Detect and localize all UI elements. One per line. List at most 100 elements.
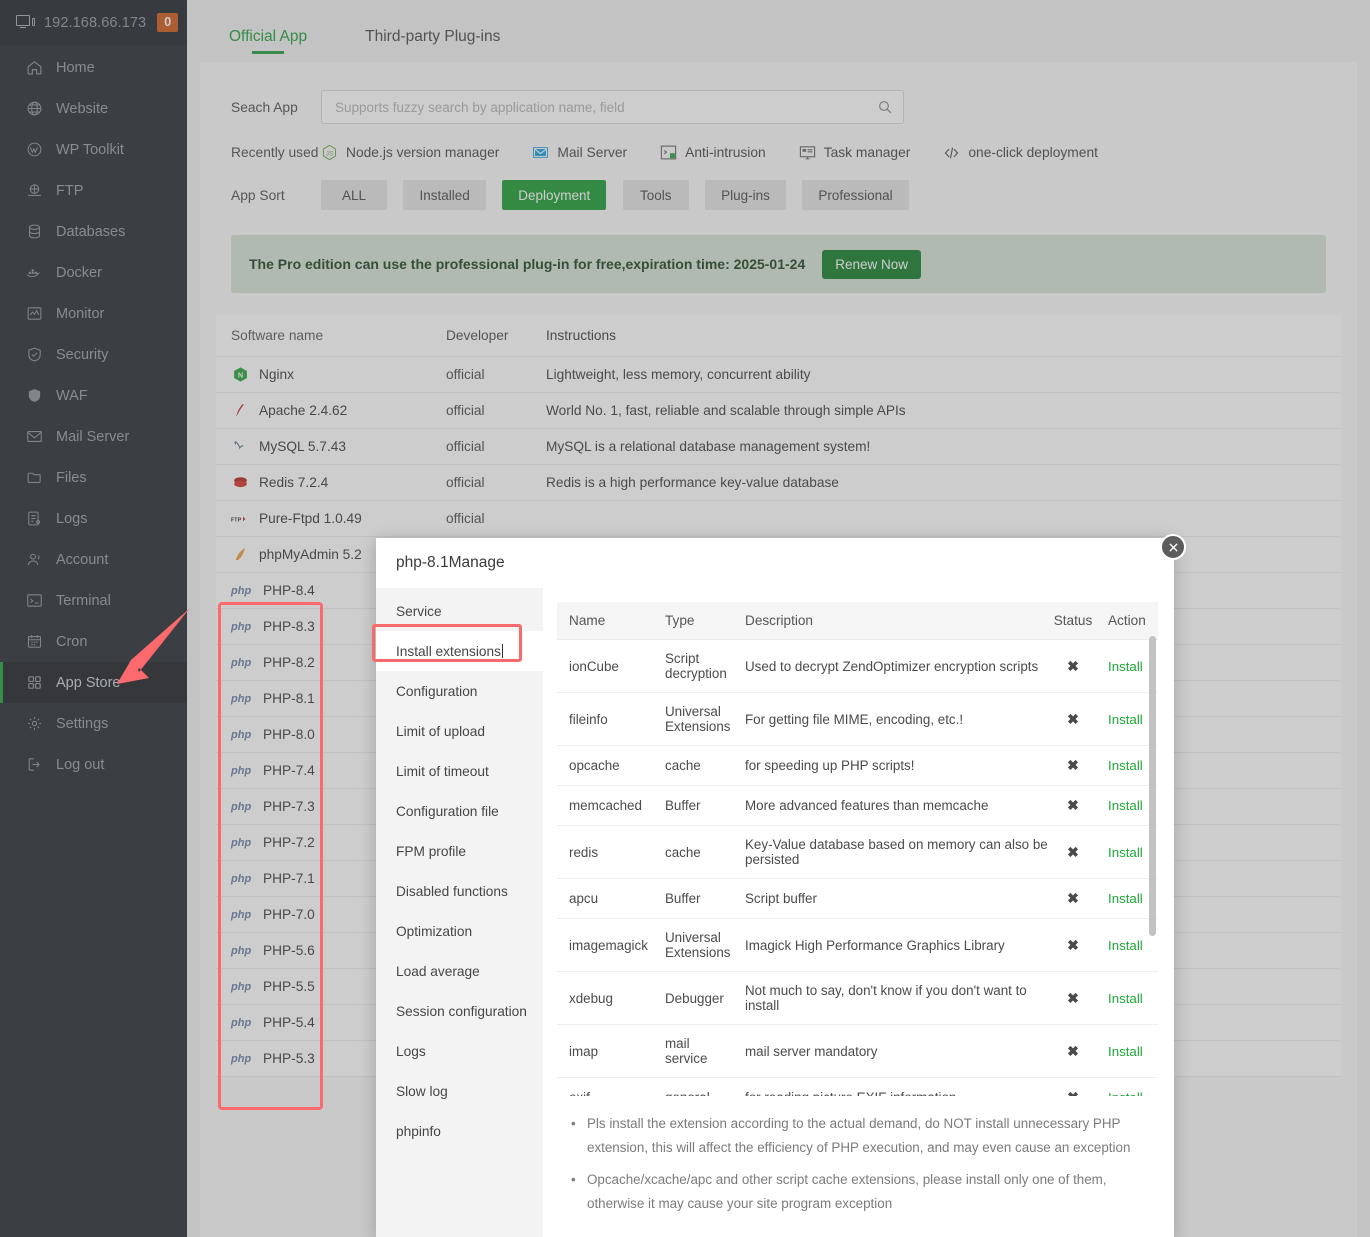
modal-nav-limit-of-upload[interactable]: Limit of upload xyxy=(376,711,543,751)
modal-nav-optimization[interactable]: Optimization xyxy=(376,911,543,951)
scrollbar-thumb[interactable] xyxy=(1149,636,1156,936)
column-description: Description xyxy=(733,602,1050,640)
modal-nav-disabled-functions[interactable]: Disabled functions xyxy=(376,871,543,911)
table-row: exif general for reading picture EXIF in… xyxy=(557,1078,1158,1097)
modal-nav-configuration-file[interactable]: Configuration file xyxy=(376,791,543,831)
install-button[interactable]: Install xyxy=(1108,891,1143,906)
modal-nav-service[interactable]: Service xyxy=(376,591,543,631)
modal-nav-label: Logs xyxy=(396,1044,426,1059)
modal-nav-label: Service xyxy=(396,604,442,619)
extension-description: Key-Value database based on memory can a… xyxy=(733,826,1050,879)
extension-type: Debugger xyxy=(653,972,733,1025)
extension-type: Buffer xyxy=(653,786,733,826)
table-row: xdebug Debugger Not much to say, don't k… xyxy=(557,972,1158,1025)
extension-description: For getting file MIME, encoding, etc.! xyxy=(733,693,1050,746)
modal-nav-phpinfo[interactable]: phpinfo xyxy=(376,1111,543,1151)
modal-nav: Service Install extensions Configuration… xyxy=(376,588,543,1237)
extension-name: redis xyxy=(557,826,653,879)
modal-nav-logs[interactable]: Logs xyxy=(376,1031,543,1071)
modal-nav-load-average[interactable]: Load average xyxy=(376,951,543,991)
table-row: fileinfo Universal Extensions For gettin… xyxy=(557,693,1158,746)
extensions-scrollbar[interactable] xyxy=(1149,636,1156,1096)
modal-nav-label: Configuration file xyxy=(396,804,499,819)
status-badge: ✖ xyxy=(1067,797,1079,813)
modal-body: Service Install extensions Configuration… xyxy=(376,588,1174,1237)
text-cursor xyxy=(502,644,503,658)
status-badge: ✖ xyxy=(1067,937,1079,953)
table-row: redis cache Key-Value database based on … xyxy=(557,826,1158,879)
modal-nav-fpm-profile[interactable]: FPM profile xyxy=(376,831,543,871)
extension-name: ionCube xyxy=(557,640,653,693)
modal-nav-label: Install extensions xyxy=(396,644,501,659)
extension-type: cache xyxy=(653,746,733,786)
modal-nav-slow-log[interactable]: Slow log xyxy=(376,1071,543,1111)
extension-description: Used to decrypt ZendOptimizer encryption… xyxy=(733,640,1050,693)
extensions-table: Name Type Description Status Action ionC… xyxy=(557,602,1158,1096)
extension-type: mail service xyxy=(653,1025,733,1078)
column-type: Type xyxy=(653,602,733,640)
php-manage-modal: php-8.1Manage Service Install extensions… xyxy=(376,538,1174,1237)
modal-nav-label: Slow log xyxy=(396,1084,448,1099)
extension-name: exif xyxy=(557,1078,653,1097)
extension-type: general xyxy=(653,1078,733,1097)
modal-nav-label: Limit of upload xyxy=(396,724,485,739)
extension-type: Script decryption xyxy=(653,640,733,693)
table-row: ionCube Script decryption Used to decryp… xyxy=(557,640,1158,693)
extension-description: More advanced features than memcache xyxy=(733,786,1050,826)
install-button[interactable]: Install xyxy=(1108,1044,1143,1059)
modal-nav-label: Limit of timeout xyxy=(396,764,489,779)
modal-nav-configuration[interactable]: Configuration xyxy=(376,671,543,711)
table-row: apcu Buffer Script buffer ✖ Install xyxy=(557,879,1158,919)
extension-name: imap xyxy=(557,1025,653,1078)
install-button[interactable]: Install xyxy=(1108,712,1143,727)
install-button[interactable]: Install xyxy=(1108,938,1143,953)
install-button[interactable]: Install xyxy=(1108,991,1143,1006)
install-button[interactable]: Install xyxy=(1108,758,1143,773)
extensions-scroll-area: Name Type Description Status Action ionC… xyxy=(557,602,1158,1096)
modal-nav-label: phpinfo xyxy=(396,1124,441,1139)
status-badge: ✖ xyxy=(1067,890,1079,906)
modal-nav-label: Configuration xyxy=(396,684,477,699)
extension-description: for reading picture EXIF information xyxy=(733,1078,1050,1097)
close-icon[interactable] xyxy=(1160,534,1186,560)
install-button[interactable]: Install xyxy=(1108,1090,1143,1096)
extension-name: memcached xyxy=(557,786,653,826)
extension-description: mail server mandatory xyxy=(733,1025,1050,1078)
extension-description: for speeding up PHP scripts! xyxy=(733,746,1050,786)
extension-type: cache xyxy=(653,826,733,879)
extension-name: imagemagick xyxy=(557,919,653,972)
status-badge: ✖ xyxy=(1067,990,1079,1006)
modal-nav-label: Session configuration xyxy=(396,1004,527,1019)
extension-description: Not much to say, don't know if you don't… xyxy=(733,972,1050,1025)
modal-content: Name Type Description Status Action ionC… xyxy=(543,588,1174,1237)
modal-nav-limit-of-timeout[interactable]: Limit of timeout xyxy=(376,751,543,791)
extension-name: opcache xyxy=(557,746,653,786)
extension-name: apcu xyxy=(557,879,653,919)
extension-type: Buffer xyxy=(653,879,733,919)
column-status: Status xyxy=(1050,602,1096,640)
status-badge: ✖ xyxy=(1067,844,1079,860)
extension-name: fileinfo xyxy=(557,693,653,746)
modal-nav-label: Load average xyxy=(396,964,480,979)
note-item: Opcache/xcache/apc and other script cach… xyxy=(563,1168,1150,1216)
extension-description: Imagick High Performance Graphics Librar… xyxy=(733,919,1050,972)
status-badge: ✖ xyxy=(1067,757,1079,773)
modal-nav-label: Disabled functions xyxy=(396,884,508,899)
table-row: imap mail service mail server mandatory … xyxy=(557,1025,1158,1078)
extension-description: Script buffer xyxy=(733,879,1050,919)
modal-nav-label: FPM profile xyxy=(396,844,466,859)
note-item: Pls install the extension according to t… xyxy=(563,1112,1150,1160)
modal-nav-session-configuration[interactable]: Session configuration xyxy=(376,991,543,1031)
status-badge: ✖ xyxy=(1067,1043,1079,1059)
table-row: imagemagick Universal Extensions Imagick… xyxy=(557,919,1158,972)
install-button[interactable]: Install xyxy=(1108,659,1143,674)
install-button[interactable]: Install xyxy=(1108,845,1143,860)
modal-nav-install-extensions[interactable]: Install extensions xyxy=(376,631,543,671)
table-row: opcache cache for speeding up PHP script… xyxy=(557,746,1158,786)
extension-type: Universal Extensions xyxy=(653,693,733,746)
column-action: Action xyxy=(1096,602,1158,640)
status-badge: ✖ xyxy=(1067,658,1079,674)
table-row: memcached Buffer More advanced features … xyxy=(557,786,1158,826)
column-name: Name xyxy=(557,602,653,640)
install-button[interactable]: Install xyxy=(1108,798,1143,813)
